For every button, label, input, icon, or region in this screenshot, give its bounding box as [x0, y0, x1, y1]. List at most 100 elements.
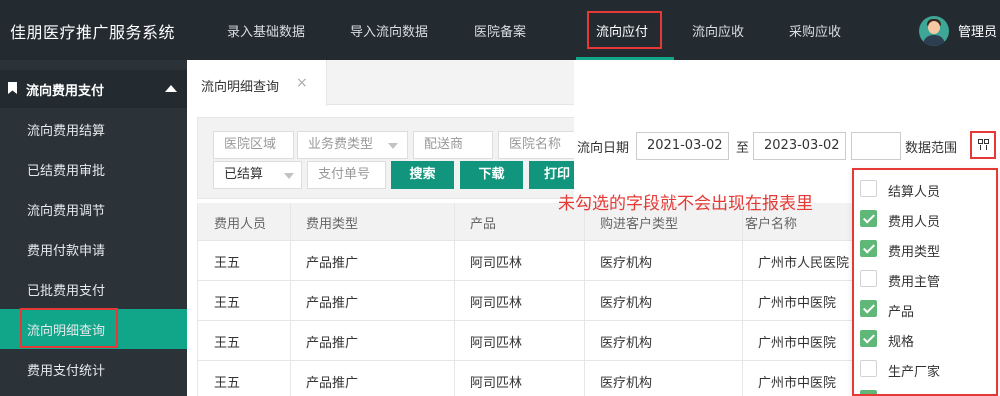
nav-item-flow-receivable[interactable]: 流向应收: [692, 21, 744, 40]
sidebar-item-flow-fee-adjust[interactable]: 流向费用调节: [0, 189, 187, 229]
hospital-name-input[interactable]: 医院名称: [498, 131, 575, 159]
column-header[interactable]: 购进客户类型: [600, 213, 678, 232]
table-header-row: 费用人员 费用类型 产品: [198, 203, 574, 241]
avatar[interactable]: [919, 16, 949, 46]
column-divider: [290, 203, 291, 396]
sidebar-item-approved-fee-pay[interactable]: 已批费用支付: [0, 269, 187, 309]
sidebar-item-fee-payment-stats[interactable]: 费用支付统计: [0, 349, 187, 389]
column-option[interactable]: [854, 384, 996, 394]
table-cell: 产品推广: [306, 256, 359, 271]
column-divider: [742, 203, 743, 396]
table-row[interactable]: 王五 产品推广 阿司匹林: [198, 281, 574, 321]
column-option[interactable]: 生产厂家: [854, 354, 996, 384]
column-header[interactable]: 客户名称: [745, 213, 797, 232]
table-cell: 广州市人民医院: [758, 256, 850, 271]
hospital-area-input[interactable]: 医院区域: [213, 131, 294, 159]
search-button[interactable]: 搜索: [391, 161, 454, 189]
sidebar-item-label: 流向费用结算: [27, 124, 106, 139]
right-zoom-panel: 流向日期 2021-03-02 至 2023-03-02 数据范围 购进客户类型…: [558, 60, 1000, 396]
fee-type-placeholder: 业务费类型: [308, 137, 374, 152]
chevron-down-icon: [388, 143, 398, 149]
checkbox-unchecked[interactable]: [860, 360, 877, 377]
status-select[interactable]: 已结算: [213, 161, 302, 189]
payment-no-input[interactable]: 支付单号: [307, 161, 386, 189]
sidebar-item-label: 已结费用审批: [27, 164, 106, 179]
download-button[interactable]: 下载: [460, 161, 523, 189]
table-row[interactable]: 医疗机构 广州市中医院: [574, 321, 852, 361]
column-filter-button[interactable]: [970, 131, 996, 159]
column-option[interactable]: 产品: [854, 294, 996, 324]
sidebar-item-label: 流向费用调节: [27, 204, 106, 219]
filter-panel: 医院区域 业务费类型 配送商 医院名称 已结算 支付单号 搜索 下载 打印: [197, 117, 575, 199]
sidebar-item-fee-payment-request[interactable]: 费用付款申请: [0, 229, 187, 269]
sidebar-item-label: 已批费用支付: [27, 284, 106, 299]
print-button[interactable]: 打印: [529, 161, 575, 189]
checkbox-unchecked[interactable]: [860, 270, 877, 287]
table-row[interactable]: 医疗机构 广州市人民医院: [574, 241, 852, 281]
table-cell: 阿司匹林: [470, 296, 523, 311]
checkbox-checked[interactable]: [860, 300, 877, 317]
sidebar-group-header[interactable]: 流向费用支付: [0, 70, 187, 108]
column-divider: [454, 203, 455, 396]
table-cell: 王五: [214, 336, 241, 351]
column-option-label: 规格: [888, 335, 915, 350]
column-option-label: 费用人员: [888, 215, 941, 230]
table-cell: 医疗机构: [600, 336, 653, 351]
fee-type-select[interactable]: 业务费类型: [297, 131, 408, 159]
date-range-separator: 至: [736, 141, 750, 156]
nav-item-flow-payable[interactable]: 流向应付: [576, 0, 674, 60]
start-date-input[interactable]: 2021-03-02: [636, 132, 729, 160]
sidebar-item-settled-fee-approval[interactable]: 已结费用审批: [0, 149, 187, 189]
column-option-label: 产品: [888, 305, 915, 320]
sidebar-item-flow-fee-settle[interactable]: 流向费用结算: [0, 109, 187, 149]
end-date-input[interactable]: 2023-03-02: [753, 132, 846, 160]
data-table-zoom: 购进客户类型 客户名称 医疗机构 广州市人民医院 医疗机构 广州市中医院 医疗机…: [574, 203, 852, 396]
table-cell: 广州市中医院: [758, 336, 837, 351]
checkbox-checked[interactable]: [860, 210, 877, 227]
distributor-input[interactable]: 配送商: [413, 131, 493, 159]
nav-item-flow-payable-label: 流向应付: [596, 25, 649, 40]
table-cell: 阿司匹林: [470, 376, 523, 391]
checkbox-checked[interactable]: [860, 390, 877, 394]
checkbox-checked[interactable]: [860, 330, 877, 347]
data-scope-label: 数据范围: [905, 141, 958, 156]
checkbox-checked[interactable]: [860, 240, 877, 257]
sidebar-group-label: 流向费用支付: [26, 84, 105, 99]
column-header[interactable]: 费用类型: [306, 213, 358, 232]
table-row[interactable]: 医疗机构 广州市中医院: [574, 281, 852, 321]
table-cell: 产品推广: [306, 296, 359, 311]
column-option-label: 生产厂家: [888, 365, 941, 380]
bookmark-icon: [8, 82, 17, 94]
column-option[interactable]: 规格: [854, 324, 996, 354]
table-row[interactable]: 医疗机构 广州市中医院: [574, 361, 852, 396]
tab-flow-detail-query[interactable]: 流向明细查询 ×: [187, 60, 327, 106]
column-divider: [584, 203, 585, 396]
nav-item-input-basic-data[interactable]: 录入基础数据: [227, 21, 305, 40]
table-cell: 产品推广: [306, 376, 359, 391]
table-row[interactable]: 王五 产品推广 阿司匹林: [198, 321, 574, 361]
table-cell: 阿司匹林: [470, 336, 523, 351]
column-header[interactable]: 费用人员: [214, 213, 266, 232]
table-row[interactable]: 王五 产品推广 阿司匹林: [198, 361, 574, 396]
grid-columns-icon: [978, 139, 989, 150]
app-title: 佳朋医疗推广服务系统: [10, 23, 176, 42]
column-option[interactable]: 费用类型: [854, 234, 996, 264]
checkbox-unchecked[interactable]: [860, 180, 877, 197]
user-name[interactable]: 管理员: [958, 21, 997, 40]
table-cell: 广州市中医院: [758, 296, 837, 311]
column-option-label: 费用主管: [888, 275, 941, 290]
column-option[interactable]: 结算人员: [854, 174, 996, 204]
table-cell: 阿司匹林: [470, 256, 523, 271]
status-select-value: 已结算: [224, 167, 264, 182]
close-icon[interactable]: ×: [296, 75, 308, 91]
table-cell: 广州市中医院: [758, 376, 837, 391]
nav-item-purchase-receivable[interactable]: 采购应收: [789, 21, 841, 40]
sidebar: 流向费用支付 流向费用结算 已结费用审批 流向费用调节 费用付款申请 已批费用支…: [0, 60, 187, 396]
column-option[interactable]: 费用人员: [854, 204, 996, 234]
date-extra-input[interactable]: [851, 132, 901, 160]
column-header[interactable]: 产品: [470, 213, 496, 232]
column-option[interactable]: 费用主管: [854, 264, 996, 294]
nav-item-hospital-filing[interactable]: 医院备案: [474, 21, 526, 40]
table-row[interactable]: 王五 产品推广 阿司匹林: [198, 241, 574, 281]
nav-item-import-flow-data[interactable]: 导入流向数据: [350, 21, 428, 40]
